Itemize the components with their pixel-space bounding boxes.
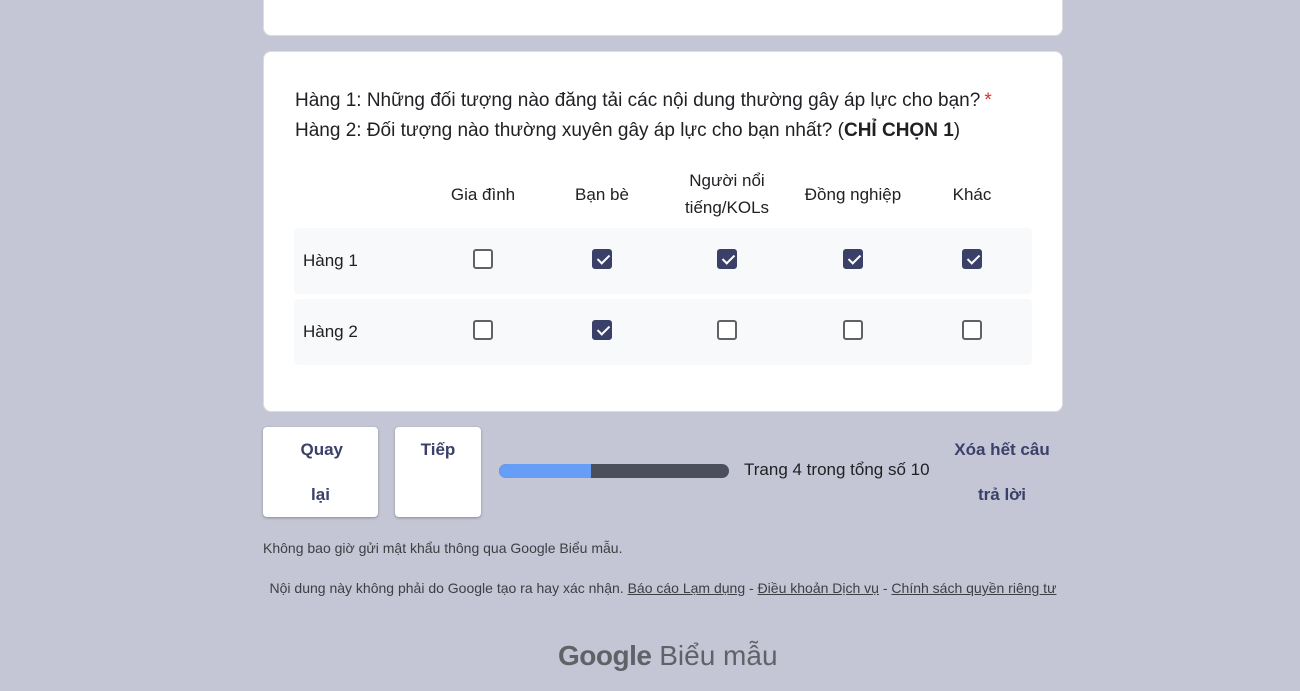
next-button-label: Tiếp — [420, 440, 456, 459]
column-header-dong-nghiep: Đồng nghiệp — [804, 184, 902, 204]
report-abuse-link[interactable]: Báo cáo Lạm dụng — [628, 580, 746, 596]
google-wordmark: Google — [558, 640, 652, 671]
back-button[interactable]: Quay lại — [263, 427, 378, 517]
disclaimer-text: Nội dung này không phải do Google tạo ra… — [269, 580, 624, 596]
separator: - — [749, 580, 754, 596]
progress-text: Trang 4 trong tổng số 10 — [744, 460, 930, 479]
checkbox-hang-2-nguoi-noi-tieng[interactable] — [717, 320, 737, 340]
grid-row-1: Hàng 1 — [294, 228, 1032, 294]
question-line-1: Hàng 1: Những đối tượng nào đăng tải các… — [295, 90, 981, 111]
row-label-hang-1: Hàng 1 — [303, 251, 358, 270]
clear-form-label: Xóa hết câu trả lời — [954, 440, 1050, 504]
row-label-hang-2: Hàng 2 — [303, 322, 358, 341]
progress-bar — [499, 464, 729, 478]
disclaimer: Nội dung này không phải do Google tạo ra… — [263, 579, 1063, 597]
checkbox-hang-1-gia-dinh[interactable] — [473, 249, 493, 269]
checkbox-hang-1-dong-nghiep[interactable] — [843, 249, 863, 269]
question-line-2-emphasis: CHỈ CHỌN 1 — [843, 120, 954, 141]
terms-link[interactable]: Điều khoản Dịch vụ — [758, 580, 879, 596]
checkbox-hang-1-nguoi-noi-tieng[interactable] — [717, 249, 737, 269]
column-header-ban-be: Bạn bè — [575, 184, 629, 204]
clear-form-button[interactable]: Xóa hết câu trả lời — [942, 427, 1062, 517]
privacy-link[interactable]: Chính sách quyền riêng tư — [891, 580, 1056, 596]
checkbox-hang-2-dong-nghiep[interactable] — [843, 320, 863, 340]
checkbox-hang-2-khac[interactable] — [962, 320, 982, 340]
separator: - — [882, 580, 888, 596]
column-header-nguoi-noi-tieng: Người nổi tiếng/KOLs — [684, 171, 770, 217]
previous-question-card — [263, 0, 1063, 36]
question-title: Hàng 1: Những đối tượng nào đăng tải các… — [295, 86, 992, 146]
question-line-2-suffix: ) — [953, 120, 961, 141]
forms-wordmark: Biểu mẫu — [659, 640, 778, 671]
required-asterisk: * — [984, 90, 992, 111]
next-button[interactable]: Tiếp — [395, 427, 481, 517]
password-warning: Không bao giờ gửi mật khẩu thông qua Goo… — [263, 540, 623, 556]
back-button-label: Quay lại — [300, 440, 344, 504]
google-forms-logo[interactable]: Google Biểu mẫu — [558, 640, 778, 672]
checkbox-hang-2-gia-dinh[interactable] — [473, 320, 493, 340]
question-card: Hàng 1: Những đối tượng nào đăng tải các… — [263, 51, 1063, 412]
checkbox-hang-2-ban-be[interactable] — [592, 320, 612, 340]
column-header-khac: Khác — [952, 184, 992, 204]
checkbox-hang-1-khac[interactable] — [962, 249, 982, 269]
progress-bar-fill — [499, 464, 591, 478]
grid-row-2: Hàng 2 — [294, 299, 1032, 365]
checkbox-hang-1-ban-be[interactable] — [592, 249, 612, 269]
question-line-2: Hàng 2: Đối tượng nào thường xuyên gây á… — [295, 120, 844, 141]
column-header-gia-dinh: Gia đình — [450, 184, 516, 204]
